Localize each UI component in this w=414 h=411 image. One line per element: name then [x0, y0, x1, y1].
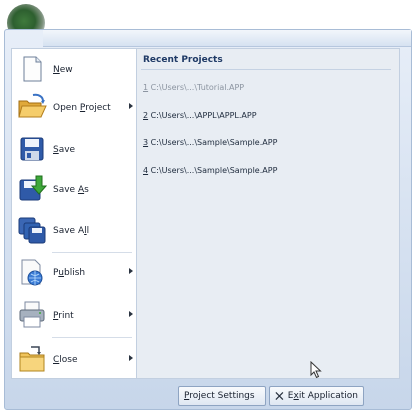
print-command[interactable]: Print [12, 297, 136, 333]
recent-item-3[interactable]: 3 C:\Users\...\Sample\Sample.APP [143, 138, 277, 147]
command-pane: New Open Project Save Save As Save All P… [11, 48, 137, 379]
exit-application-label: Exit Application [287, 391, 358, 401]
mouse-pointer-icon [310, 361, 322, 379]
exit-x-icon [275, 392, 284, 400]
save-all-command[interactable]: Save All [12, 212, 136, 248]
save-as-icon [19, 175, 47, 201]
project-settings-button[interactable]: Project Settings [178, 386, 266, 406]
save-as-label: Save As [53, 185, 89, 195]
separator [52, 337, 132, 338]
recent-projects-title: Recent Projects [143, 55, 223, 65]
open-project-command[interactable]: Open Project [12, 89, 136, 125]
close-folder-icon [19, 346, 45, 372]
publish-globe-icon [21, 259, 43, 286]
recent-title-divider [141, 69, 391, 70]
separator [52, 252, 132, 253]
save-all-label: Save All [53, 226, 90, 236]
save-as-command[interactable]: Save As [12, 171, 136, 207]
publish-command[interactable]: Publish [12, 254, 136, 290]
exit-application-button[interactable]: Exit Application [269, 386, 364, 406]
save-all-icon [18, 217, 46, 244]
print-label: Print [53, 311, 74, 321]
recent-item-2[interactable]: 2 C:\Users\...\APPL\APPL.APP [143, 111, 257, 120]
new-command[interactable]: New [12, 51, 136, 87]
recent-item-4[interactable]: 4 C:\Users\...\Sample\Sample.APP [143, 166, 277, 175]
publish-label: Publish [53, 268, 86, 278]
menu-top-strip [43, 30, 411, 47]
close-command[interactable]: Close [12, 341, 136, 377]
project-settings-label: Project Settings [184, 391, 255, 401]
submenu-arrow-icon [129, 355, 133, 361]
save-disk-icon [20, 137, 44, 161]
recent-projects-pane: Recent Projects 1 C:\Users\...\Tutorial.… [137, 48, 400, 379]
save-command[interactable]: Save [12, 131, 136, 167]
submenu-arrow-icon [129, 268, 133, 274]
printer-icon [19, 301, 45, 328]
recent-item-1[interactable]: 1 C:\Users\...\Tutorial.APP [143, 83, 244, 92]
open-project-label: Open Project [53, 103, 111, 113]
new-document-icon [23, 56, 42, 82]
submenu-arrow-icon [129, 311, 133, 317]
submenu-arrow-icon [129, 103, 133, 109]
new-label: New [53, 65, 73, 75]
menu-footer: Project Settings Exit Application [11, 382, 400, 408]
open-folder-icon [18, 93, 47, 118]
close-label: Close [53, 355, 78, 365]
save-label: Save [53, 145, 76, 155]
